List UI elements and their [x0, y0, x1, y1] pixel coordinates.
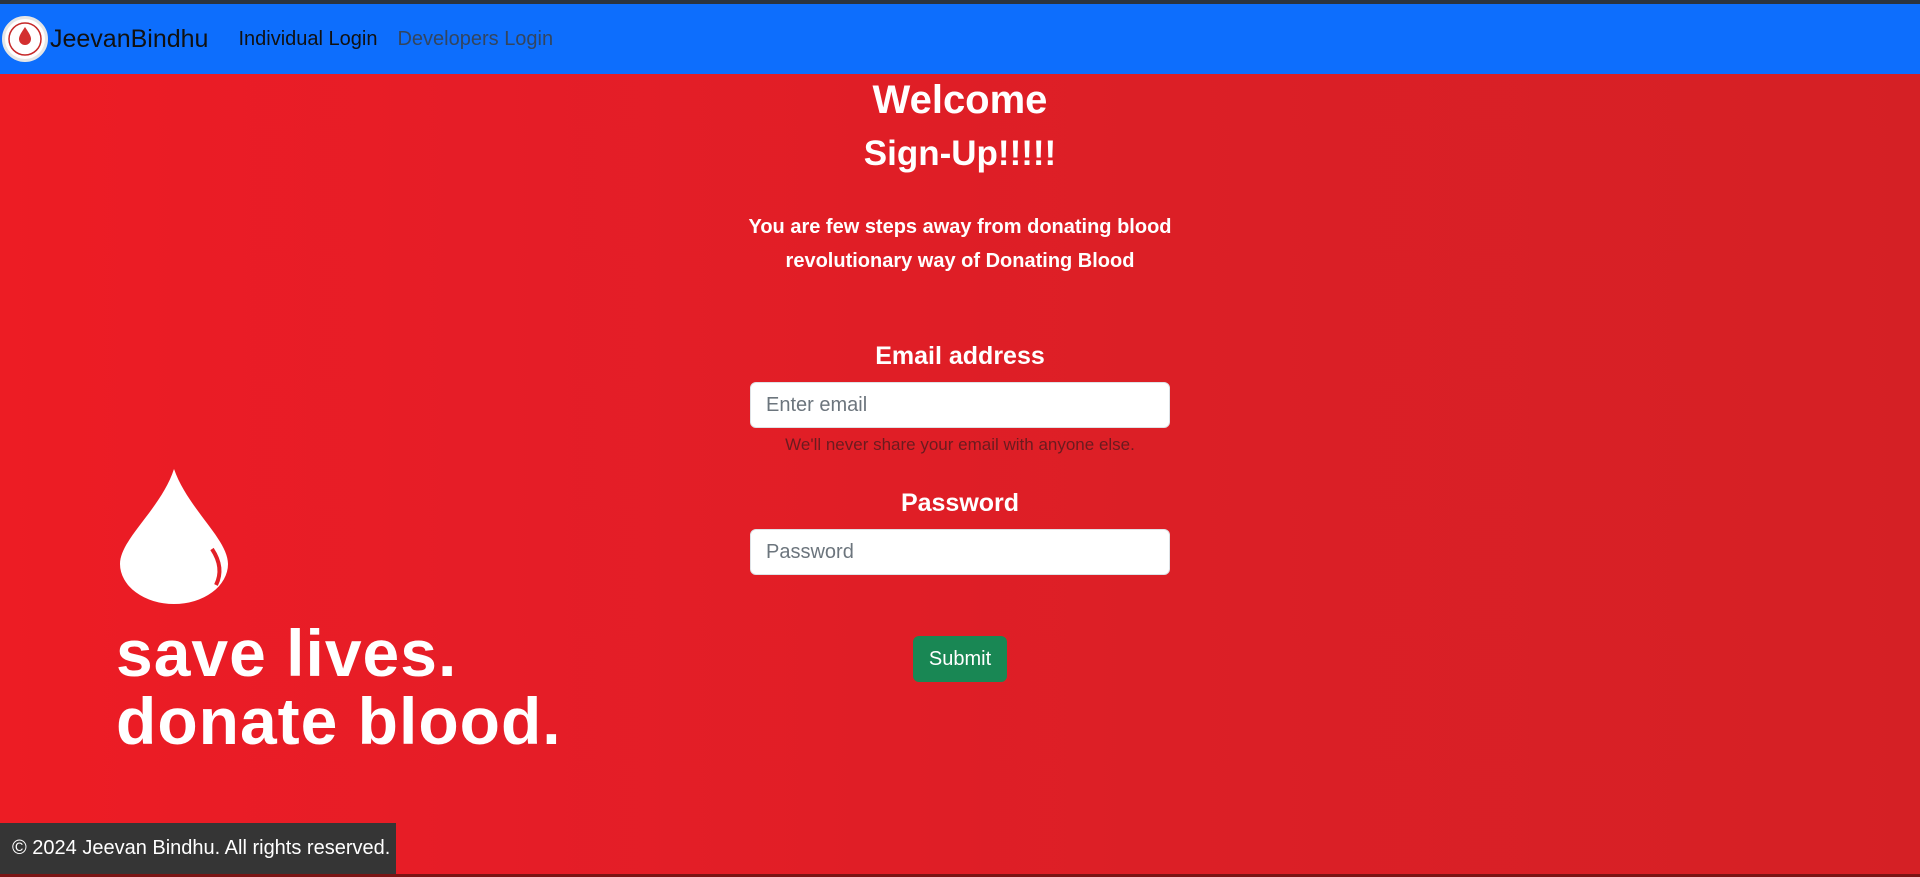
slogan-text: save lives. donate blood.	[116, 619, 562, 755]
slogan-line-2: donate blood.	[116, 684, 562, 758]
nav-individual-login[interactable]: Individual Login	[238, 28, 377, 51]
email-field[interactable]	[750, 382, 1170, 428]
blood-logo-icon[interactable]	[2, 16, 48, 62]
slogan-line-1: save lives.	[116, 616, 458, 690]
password-field[interactable]	[750, 529, 1170, 575]
nav-developers-login[interactable]: Developers Login	[397, 28, 553, 51]
email-label: Email address	[875, 342, 1045, 370]
signup-heading: Sign-Up!!!!!	[863, 134, 1057, 173]
copyright-text: © 2024 Jeevan Bindhu. All rights reserve…	[12, 837, 391, 859]
main-content: Welcome Sign-Up!!!!! You are few steps a…	[0, 74, 1920, 874]
brand-name[interactable]: JeevanBindhu	[50, 25, 208, 54]
save-lives-banner: save lives. donate blood.	[116, 469, 656, 849]
submit-button[interactable]: Submit	[913, 636, 1007, 682]
intro-line-2: revolutionary way of Donating Blood	[785, 250, 1135, 272]
navbar: JeevanBindhu Individual Login Developers…	[0, 4, 1920, 74]
intro-text: You are few steps away from donating blo…	[0, 210, 1920, 278]
intro-line-1: You are few steps away from donating blo…	[748, 216, 1172, 238]
email-help-text: We'll never share your email with anyone…	[785, 435, 1135, 454]
welcome-heading: Welcome	[872, 78, 1048, 122]
footer: © 2024 Jeevan Bindhu. All rights reserve…	[0, 823, 396, 874]
blood-drop-icon	[120, 469, 228, 604]
blood-drop-logo-icon	[8, 22, 42, 56]
